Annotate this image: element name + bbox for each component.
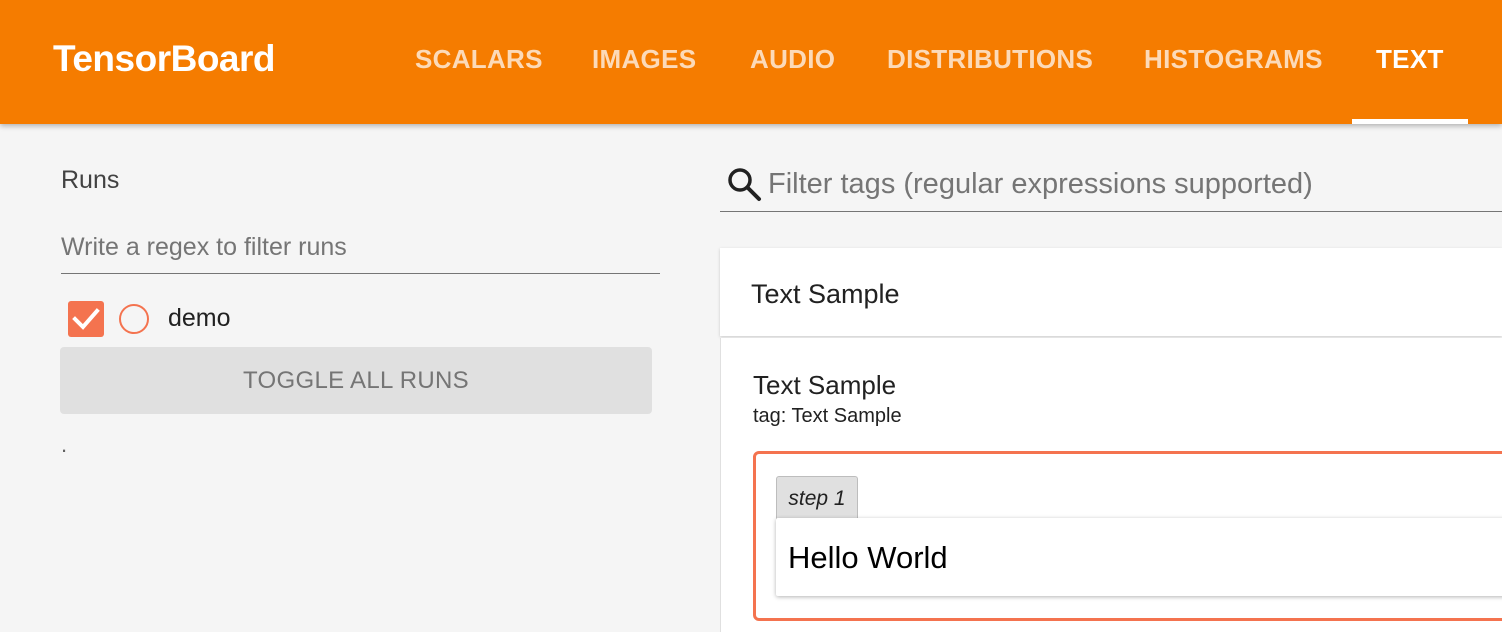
card-title: Text Sample bbox=[753, 370, 897, 400]
run-filter-input[interactable] bbox=[61, 230, 660, 264]
tag-filter-field bbox=[720, 160, 1502, 212]
text-summary-box: Hello World bbox=[776, 518, 1502, 596]
category-body: Text Sample tag: Text Sample step 1 Hell… bbox=[720, 338, 1502, 632]
card-tag-label: tag: Text Sample bbox=[753, 405, 902, 427]
step-badge: step 1 bbox=[776, 476, 858, 520]
search-icon bbox=[728, 168, 761, 201]
active-tab-indicator bbox=[1352, 119, 1468, 124]
text-summary-content: Hello World bbox=[788, 540, 948, 575]
tab-distributions[interactable]: DISTRIBUTIONS bbox=[887, 44, 1093, 75]
tab-audio[interactable]: AUDIO bbox=[750, 44, 835, 75]
text-run-card: step 1 Hello World bbox=[753, 451, 1502, 621]
run-checkbox[interactable] bbox=[68, 301, 104, 337]
top-app-bar: TensorBoard SCALARS IMAGES AUDIO DISTRIB… bbox=[0, 0, 1502, 124]
run-label: demo bbox=[168, 304, 231, 332]
runs-heading: Runs bbox=[61, 166, 120, 194]
toggle-all-runs-button[interactable]: TOGGLE ALL RUNS bbox=[60, 347, 652, 414]
sidebar-footer-text: . bbox=[61, 432, 68, 457]
tag-filter-input[interactable] bbox=[768, 166, 1488, 202]
tab-scalars[interactable]: SCALARS bbox=[415, 44, 543, 75]
run-color-radio[interactable] bbox=[119, 304, 149, 334]
check-icon bbox=[72, 308, 100, 330]
app-title: TensorBoard bbox=[53, 38, 276, 79]
tab-images[interactable]: IMAGES bbox=[592, 44, 696, 75]
tab-text[interactable]: TEXT bbox=[1376, 44, 1444, 75]
tab-histograms[interactable]: HISTOGRAMS bbox=[1144, 44, 1323, 75]
run-filter-field bbox=[61, 230, 660, 274]
category-title: Text Sample bbox=[751, 279, 900, 309]
category-header[interactable]: Text Sample bbox=[720, 248, 1502, 336]
